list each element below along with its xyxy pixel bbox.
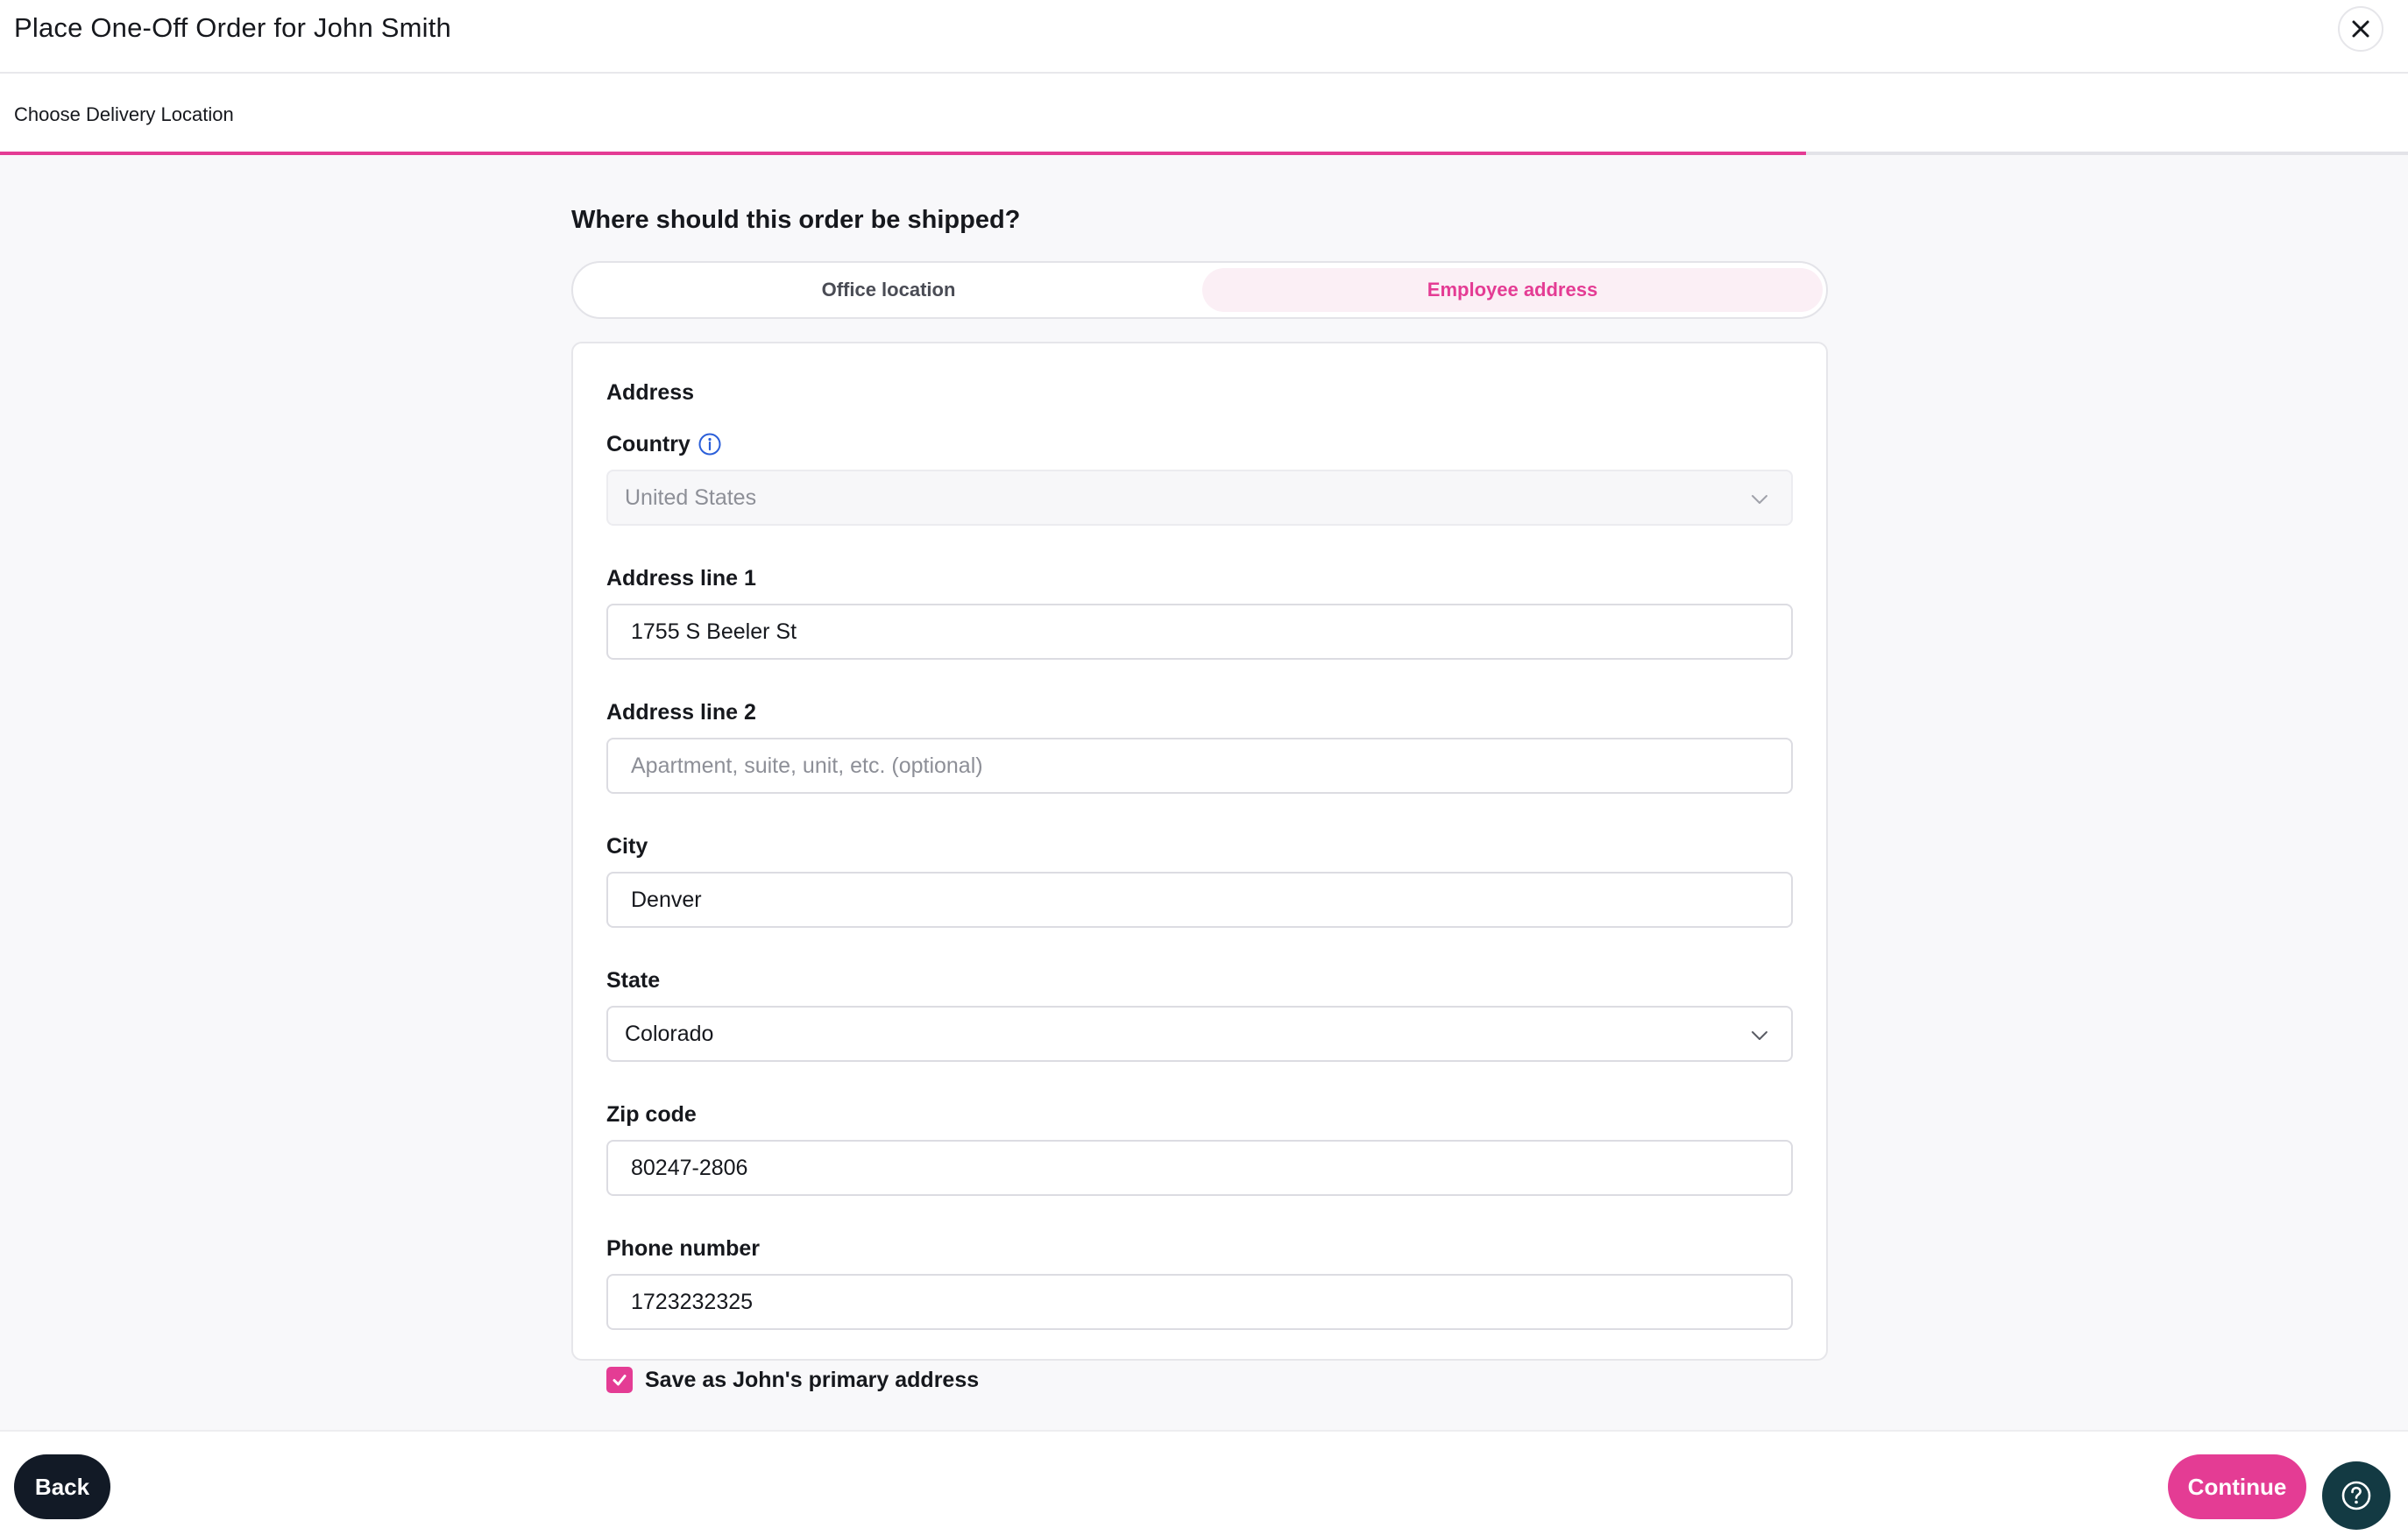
back-button[interactable]: Back [14, 1454, 110, 1519]
phone-number-input[interactable]: 1723232325 [606, 1274, 1793, 1330]
country-select: United States [606, 470, 1793, 526]
state-select[interactable]: Colorado [606, 1006, 1793, 1062]
help-button[interactable] [2322, 1461, 2390, 1530]
save-primary-label: Save as John's primary address [645, 1367, 980, 1392]
country-label: Country [606, 428, 1793, 461]
state-label: State [606, 968, 661, 993]
close-icon [2352, 20, 2369, 38]
phone-number-value: 1723232325 [631, 1289, 754, 1314]
address-line-2-label: Address line 2 [606, 700, 756, 725]
help-icon [2341, 1481, 2371, 1510]
progress-track [0, 152, 2408, 155]
close-button[interactable] [2338, 6, 2383, 52]
step-bar: Choose Delivery Location [0, 74, 2408, 154]
check-icon [613, 1375, 627, 1386]
zip-code-value: 80247-2806 [631, 1155, 748, 1180]
employee-address-option[interactable]: Employee address [1202, 268, 1823, 312]
phone-number-label: Phone number [606, 1236, 761, 1261]
modal-header: Place One-Off Order for John Smith [0, 0, 2408, 74]
office-location-option[interactable]: Office location [578, 268, 1199, 312]
chevron-down-icon [1752, 1031, 1767, 1040]
footer-bar: Back Continue [0, 1430, 2408, 1535]
address-section-title: Address [606, 380, 695, 405]
save-primary-checkbox[interactable] [606, 1367, 633, 1393]
address-line-1-label: Address line 1 [606, 566, 756, 591]
city-label: City [606, 834, 648, 859]
shipping-form-container: Where should this order be shipped? Offi… [571, 196, 1828, 1393]
shipping-question: Where should this order be shipped? [571, 206, 1021, 234]
info-icon[interactable] [698, 432, 722, 456]
save-primary-row: Save as John's primary address [606, 1366, 1793, 1394]
shipping-toggle: Office location Employee address [571, 261, 1828, 319]
page-title: Place One-Off Order for John Smith [14, 12, 451, 43]
address-line-1-value: 1755 S Beeler St [631, 619, 797, 644]
zip-code-label: Zip code [606, 1102, 697, 1127]
city-input[interactable]: Denver [606, 872, 1793, 928]
country-value: United States [625, 485, 757, 510]
address-line-2-placeholder: Apartment, suite, unit, etc. (optional) [631, 753, 983, 778]
city-value: Denver [631, 887, 702, 912]
address-line-2-input[interactable]: Apartment, suite, unit, etc. (optional) [606, 738, 1793, 794]
zip-code-input[interactable]: 80247-2806 [606, 1140, 1793, 1196]
country-label-text: Country [606, 432, 691, 456]
continue-button[interactable]: Continue [2168, 1454, 2306, 1519]
progress-fill [0, 152, 1806, 155]
chevron-down-icon [1752, 495, 1767, 504]
address-line-1-input[interactable]: 1755 S Beeler St [606, 604, 1793, 660]
address-card: Address Country United States Address li… [571, 342, 1828, 1393]
step-label: Choose Delivery Location [14, 103, 234, 125]
state-value: Colorado [625, 1021, 714, 1046]
